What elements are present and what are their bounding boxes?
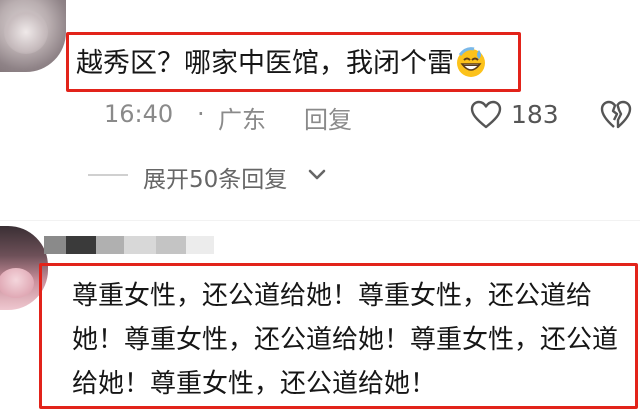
avatar[interactable]	[0, 0, 66, 72]
like-count: 183	[511, 100, 559, 129]
comment-meta: 16:40 · 广东 回复	[104, 98, 640, 135]
comment-text: 越秀区？哪家中医馆，我闭个雷	[76, 46, 487, 80]
timestamp: 16:40	[104, 100, 174, 128]
grinning-sweat-emoji-icon	[457, 47, 485, 77]
username-redacted	[44, 228, 214, 262]
expand-replies-label: 展开50条回复	[143, 167, 288, 193]
broken-heart-icon[interactable]	[600, 100, 632, 130]
chevron-down-icon	[308, 169, 326, 180]
reply-button[interactable]: 回复	[304, 100, 352, 135]
location: 广东	[218, 106, 266, 134]
comment-divider	[0, 220, 640, 221]
meta-separator-dot: ·	[197, 100, 205, 128]
comment-text: 尊重女性，还公道给她！尊重女性，还公道给她！尊重女性，还公道给她！尊重女性，还公…	[72, 281, 619, 399]
expand-replies-button[interactable]: 展开50条回复	[88, 158, 388, 193]
divider	[88, 174, 128, 176]
heart-outline-icon[interactable]	[470, 100, 502, 130]
